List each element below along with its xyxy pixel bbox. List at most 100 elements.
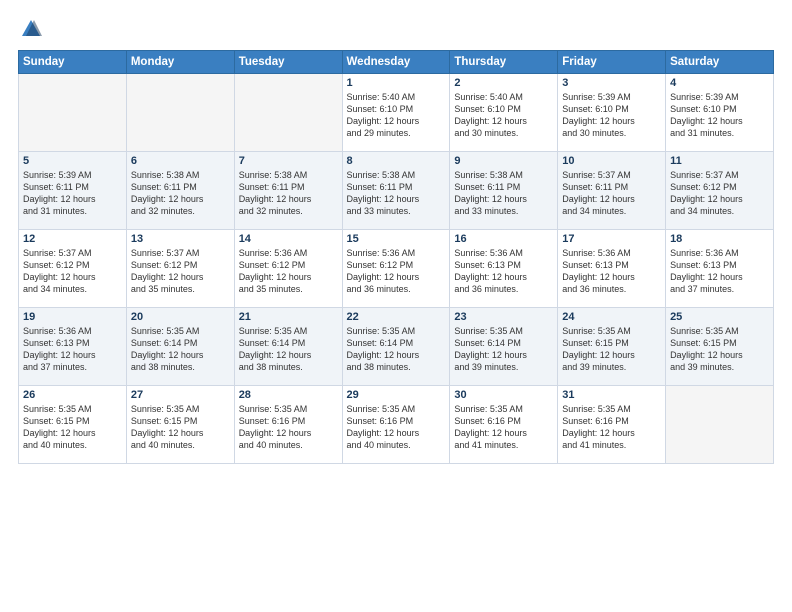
calendar-cell: 23 Sunrise: 5:35 AM Sunset: 6:14 PM Dayli… — [450, 308, 558, 386]
cell-content: Sunrise: 5:40 AM Sunset: 6:10 PM Dayligh… — [347, 91, 446, 140]
cell-content: Sunrise: 5:38 AM Sunset: 6:11 PM Dayligh… — [347, 169, 446, 218]
calendar-cell: 20Sunrise: 5:35 AM Sunset: 6:14 PM Dayli… — [126, 308, 234, 386]
day-number: 31 — [562, 389, 661, 401]
calendar-cell: 25 Sunrise: 5:35 AM Sunset: 6:15 PM Dayli… — [666, 308, 774, 386]
col-header-wednesday: Wednesday — [342, 51, 450, 74]
calendar-cell: 2 Sunrise: 5:40 AM Sunset: 6:10 PM Daylig… — [450, 74, 558, 152]
day-number: 13 — [131, 233, 230, 245]
calendar-cell — [19, 74, 127, 152]
header — [18, 18, 774, 40]
calendar-cell: 16 Sunrise: 5:36 AM Sunset: 6:13 PM Dayli… — [450, 230, 558, 308]
calendar-cell: 29 Sunrise: 5:35 AM Sunset: 6:16 PM Dayli… — [342, 386, 450, 464]
calendar-cell: 14Sunrise: 5:36 AM Sunset: 6:12 PM Dayli… — [234, 230, 342, 308]
cell-content: Sunrise: 5:35 AM Sunset: 6:16 PM Dayligh… — [239, 403, 338, 452]
day-number: 22 — [347, 311, 446, 323]
calendar-table: SundayMondayTuesdayWednesdayThursdayFrid… — [18, 50, 774, 464]
day-number: 15 — [347, 233, 446, 245]
day-number: 30 — [454, 389, 553, 401]
cell-content: Sunrise: 5:37 AM Sunset: 6:12 PM Dayligh… — [670, 169, 769, 218]
cell-content: Sunrise: 5:37 AM Sunset: 6:12 PM Dayligh… — [131, 247, 230, 296]
calendar-header-row: SundayMondayTuesdayWednesdayThursdayFrid… — [19, 51, 774, 74]
cell-content: Sunrise: 5:35 AM Sunset: 6:14 PM Dayligh… — [239, 325, 338, 374]
day-number: 3 — [562, 77, 661, 89]
calendar-cell: 27Sunrise: 5:35 AM Sunset: 6:15 PM Dayli… — [126, 386, 234, 464]
calendar-cell: 15 Sunrise: 5:36 AM Sunset: 6:12 PM Dayli… — [342, 230, 450, 308]
calendar-week-row: 19 Sunrise: 5:36 AM Sunset: 6:13 PM Dayli… — [19, 308, 774, 386]
calendar-cell: 4 Sunrise: 5:39 AM Sunset: 6:10 PM Daylig… — [666, 74, 774, 152]
calendar-week-row: 26 Sunrise: 5:35 AM Sunset: 6:15 PM Dayli… — [19, 386, 774, 464]
cell-content: Sunrise: 5:36 AM Sunset: 6:12 PM Dayligh… — [347, 247, 446, 296]
logo-icon — [20, 18, 42, 40]
day-number: 18 — [670, 233, 769, 245]
calendar-cell: 18 Sunrise: 5:36 AM Sunset: 6:13 PM Dayli… — [666, 230, 774, 308]
calendar-cell: 12Sunrise: 5:37 AM Sunset: 6:12 PM Dayli… — [19, 230, 127, 308]
cell-content: Sunrise: 5:35 AM Sunset: 6:15 PM Dayligh… — [562, 325, 661, 374]
cell-content: Sunrise: 5:36 AM Sunset: 6:13 PM Dayligh… — [670, 247, 769, 296]
day-number: 25 — [670, 311, 769, 323]
cell-content: Sunrise: 5:36 AM Sunset: 6:13 PM Dayligh… — [562, 247, 661, 296]
cell-content: Sunrise: 5:35 AM Sunset: 6:16 PM Dayligh… — [347, 403, 446, 452]
calendar-cell: 19 Sunrise: 5:36 AM Sunset: 6:13 PM Dayli… — [19, 308, 127, 386]
cell-content: Sunrise: 5:37 AM Sunset: 6:11 PM Dayligh… — [562, 169, 661, 218]
calendar-cell — [126, 74, 234, 152]
calendar-cell: 31 Sunrise: 5:35 AM Sunset: 6:16 PM Dayli… — [558, 386, 666, 464]
cell-content: Sunrise: 5:38 AM Sunset: 6:11 PM Dayligh… — [239, 169, 338, 218]
col-header-saturday: Saturday — [666, 51, 774, 74]
cell-content: Sunrise: 5:35 AM Sunset: 6:15 PM Dayligh… — [670, 325, 769, 374]
cell-content: Sunrise: 5:38 AM Sunset: 6:11 PM Dayligh… — [131, 169, 230, 218]
day-number: 26 — [23, 389, 122, 401]
calendar-cell: 9 Sunrise: 5:38 AM Sunset: 6:11 PM Daylig… — [450, 152, 558, 230]
day-number: 10 — [562, 155, 661, 167]
day-number: 9 — [454, 155, 553, 167]
day-number: 23 — [454, 311, 553, 323]
cell-content: Sunrise: 5:35 AM Sunset: 6:14 PM Dayligh… — [454, 325, 553, 374]
calendar-cell: 6 Sunrise: 5:38 AM Sunset: 6:11 PM Daylig… — [126, 152, 234, 230]
col-header-tuesday: Tuesday — [234, 51, 342, 74]
calendar-cell: 26Sunrise: 5:35 AM Sunset: 6:15 PM Dayli… — [19, 386, 127, 464]
cell-content: Sunrise: 5:35 AM Sunset: 6:15 PM Dayligh… — [131, 403, 230, 452]
day-number: 4 — [670, 77, 769, 89]
day-number: 17 — [562, 233, 661, 245]
calendar-week-row: 12Sunrise: 5:37 AM Sunset: 6:12 PM Dayli… — [19, 230, 774, 308]
day-number: 24 — [562, 311, 661, 323]
cell-content: Sunrise: 5:35 AM Sunset: 6:16 PM Dayligh… — [454, 403, 553, 452]
cell-content: Sunrise: 5:36 AM Sunset: 6:13 PM Dayligh… — [23, 325, 122, 374]
day-number: 8 — [347, 155, 446, 167]
col-header-thursday: Thursday — [450, 51, 558, 74]
calendar-cell: 1Sunrise: 5:40 AM Sunset: 6:10 PM Daylig… — [342, 74, 450, 152]
day-number: 19 — [23, 311, 122, 323]
calendar-cell: 17 Sunrise: 5:36 AM Sunset: 6:13 PM Dayli… — [558, 230, 666, 308]
day-number: 21 — [239, 311, 338, 323]
cell-content: Sunrise: 5:40 AM Sunset: 6:10 PM Dayligh… — [454, 91, 553, 140]
day-number: 20 — [131, 311, 230, 323]
cell-content: Sunrise: 5:37 AM Sunset: 6:12 PM Dayligh… — [23, 247, 122, 296]
cell-content: Sunrise: 5:35 AM Sunset: 6:14 PM Dayligh… — [347, 325, 446, 374]
cell-content: Sunrise: 5:39 AM Sunset: 6:10 PM Dayligh… — [670, 91, 769, 140]
calendar-cell — [234, 74, 342, 152]
cell-content: Sunrise: 5:36 AM Sunset: 6:13 PM Dayligh… — [454, 247, 553, 296]
day-number: 7 — [239, 155, 338, 167]
col-header-sunday: Sunday — [19, 51, 127, 74]
col-header-monday: Monday — [126, 51, 234, 74]
cell-content: Sunrise: 5:35 AM Sunset: 6:16 PM Dayligh… — [562, 403, 661, 452]
cell-content: Sunrise: 5:38 AM Sunset: 6:11 PM Dayligh… — [454, 169, 553, 218]
calendar-cell: 3 Sunrise: 5:39 AM Sunset: 6:10 PM Daylig… — [558, 74, 666, 152]
calendar-cell: 22 Sunrise: 5:35 AM Sunset: 6:14 PM Dayli… — [342, 308, 450, 386]
day-number: 16 — [454, 233, 553, 245]
cell-content: Sunrise: 5:39 AM Sunset: 6:11 PM Dayligh… — [23, 169, 122, 218]
calendar-cell: 5 Sunrise: 5:39 AM Sunset: 6:11 PM Daylig… — [19, 152, 127, 230]
calendar-cell: 30 Sunrise: 5:35 AM Sunset: 6:16 PM Dayli… — [450, 386, 558, 464]
day-number: 29 — [347, 389, 446, 401]
day-number: 5 — [23, 155, 122, 167]
day-number: 2 — [454, 77, 553, 89]
cell-content: Sunrise: 5:39 AM Sunset: 6:10 PM Dayligh… — [562, 91, 661, 140]
calendar-cell: 13 Sunrise: 5:37 AM Sunset: 6:12 PM Dayli… — [126, 230, 234, 308]
calendar-cell: 8 Sunrise: 5:38 AM Sunset: 6:11 PM Daylig… — [342, 152, 450, 230]
calendar-week-row: 1Sunrise: 5:40 AM Sunset: 6:10 PM Daylig… — [19, 74, 774, 152]
cell-content: Sunrise: 5:36 AM Sunset: 6:12 PM Dayligh… — [239, 247, 338, 296]
day-number: 11 — [670, 155, 769, 167]
calendar-cell: 7 Sunrise: 5:38 AM Sunset: 6:11 PM Daylig… — [234, 152, 342, 230]
calendar-cell: 24 Sunrise: 5:35 AM Sunset: 6:15 PM Dayli… — [558, 308, 666, 386]
day-number: 6 — [131, 155, 230, 167]
calendar-cell: 11 Sunrise: 5:37 AM Sunset: 6:12 PM Dayli… — [666, 152, 774, 230]
